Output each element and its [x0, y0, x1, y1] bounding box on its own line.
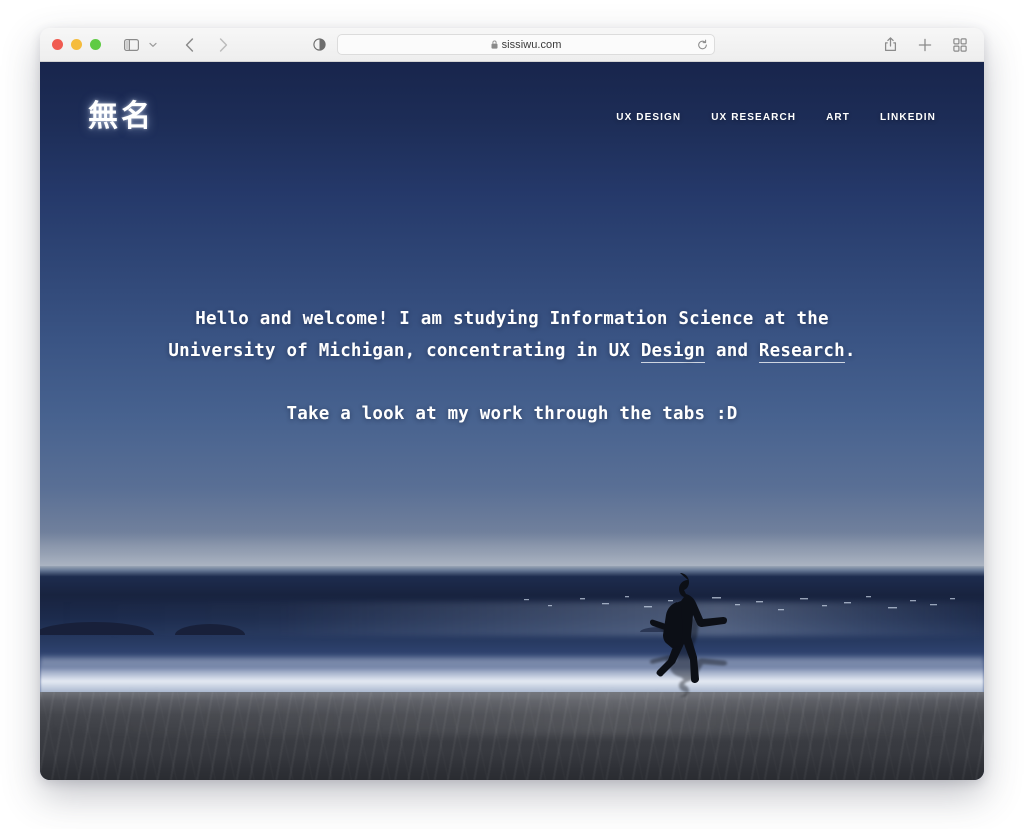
address-bar[interactable]: sissiwu.com — [337, 34, 715, 55]
chevron-down-icon[interactable] — [146, 34, 160, 56]
nav-item-linkedin[interactable]: LINKEDIN — [880, 112, 936, 123]
hero-intro-paragraph: Hello and welcome! I am studying Informa… — [160, 304, 864, 367]
browser-window: sissiwu.com 無名 UX DESIGN UX RESEARCH ART… — [40, 28, 984, 780]
nav-item-ux-design[interactable]: UX DESIGN — [616, 112, 681, 123]
main-navigation: UX DESIGN UX RESEARCH ART LINKEDIN — [616, 112, 936, 123]
site-logo[interactable]: 無名 — [88, 102, 154, 132]
share-icon[interactable] — [878, 34, 902, 56]
nav-item-ux-research[interactable]: UX RESEARCH — [711, 112, 796, 123]
forward-icon[interactable] — [211, 34, 235, 56]
browser-toolbar: sissiwu.com — [40, 28, 984, 62]
nav-item-art[interactable]: ART — [826, 112, 850, 123]
url-text: sissiwu.com — [501, 38, 562, 51]
new-tab-icon[interactable] — [913, 34, 937, 56]
maximize-window-button[interactable] — [90, 39, 101, 50]
screenshot-root: sissiwu.com 無名 UX DESIGN UX RESEARCH ART… — [0, 0, 1024, 829]
page-viewport: 無名 UX DESIGN UX RESEARCH ART LINKEDIN He… — [40, 62, 984, 780]
toolbar-left-group — [119, 34, 235, 56]
hero-link-research[interactable]: Research — [758, 340, 845, 363]
tab-overview-icon[interactable] — [948, 34, 972, 56]
hero-text-part-2: and — [705, 340, 759, 361]
hero-cta-paragraph: Take a look at my work through the tabs … — [286, 404, 738, 424]
toolbar-center-group: sissiwu.com — [309, 34, 715, 55]
window-controls — [52, 39, 101, 50]
address-bar-content: sissiwu.com — [491, 36, 562, 54]
navigation-arrows — [177, 34, 235, 56]
lock-icon — [491, 36, 498, 54]
hero-section: Hello and welcome! I am studying Informa… — [40, 304, 984, 431]
water-sparkles — [524, 596, 955, 611]
sand-reflection-sheen — [40, 692, 984, 736]
sidebar-icon[interactable] — [119, 34, 143, 56]
toolbar-right-group — [878, 34, 972, 56]
site-header: 無名 UX DESIGN UX RESEARCH ART LINKEDIN — [40, 62, 984, 172]
reload-icon[interactable] — [697, 39, 708, 50]
back-icon[interactable] — [177, 34, 201, 56]
runner-silhouette — [632, 572, 742, 700]
reader-privacy-icon[interactable] — [309, 35, 329, 55]
minimize-window-button[interactable] — [71, 39, 82, 50]
close-window-button[interactable] — [52, 39, 63, 50]
hero-text-part-3: . — [844, 340, 856, 361]
hero-link-design[interactable]: Design — [640, 340, 706, 363]
